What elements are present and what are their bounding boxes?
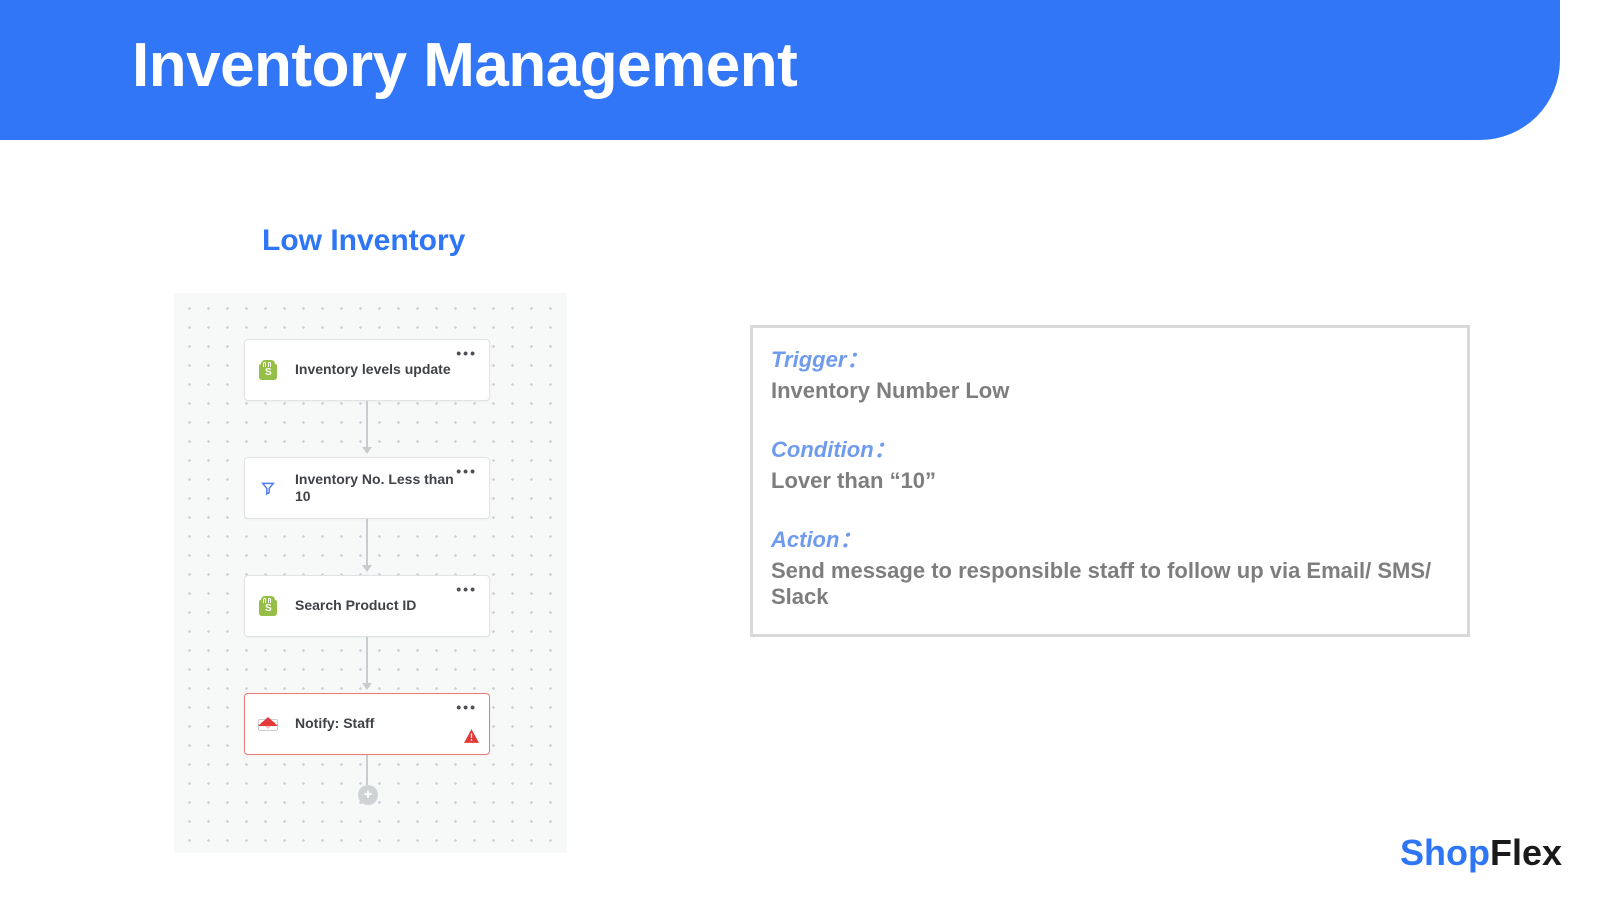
summary-action-value: Send message to responsible staff to fol…: [771, 558, 1449, 610]
alert-triangle-icon: [464, 729, 479, 748]
workflow-summary-box: Trigger： Inventory Number Low Condition：…: [750, 325, 1470, 637]
summary-condition-value: Lover than “10”: [771, 468, 1449, 494]
add-node-button[interactable]: +: [358, 785, 378, 805]
flow-node-action-notify[interactable]: Notify: Staff •••: [244, 693, 490, 755]
brand-logo: ShopFlex: [1400, 832, 1562, 874]
summary-condition-label: Condition：: [771, 432, 1449, 464]
flow-node-label: Inventory No. Less than 10: [295, 471, 455, 506]
more-dots-icon[interactable]: •••: [456, 464, 477, 478]
workflow-canvas: S Inventory levels update ••• Inventory …: [174, 293, 567, 853]
filter-icon: [257, 477, 279, 499]
flow-node-label: Inventory levels update: [295, 361, 451, 379]
page-title: Inventory Management: [132, 30, 797, 101]
more-dots-icon[interactable]: •••: [456, 582, 477, 596]
flow-node-label: Search Product ID: [295, 597, 416, 615]
flow-node-label: Notify: Staff: [295, 715, 374, 733]
mail-icon: [257, 713, 279, 735]
logo-part1: Shop: [1400, 832, 1490, 873]
summary-trigger-value: Inventory Number Low: [771, 378, 1449, 404]
logo-part2: Flex: [1490, 832, 1562, 873]
flow-node-condition[interactable]: Inventory No. Less than 10 •••: [244, 457, 490, 519]
header-banner: Inventory Management: [0, 0, 1560, 140]
flow-node-trigger[interactable]: S Inventory levels update •••: [244, 339, 490, 401]
connector: [366, 401, 368, 453]
shopify-icon: S: [257, 595, 279, 617]
connector: [366, 519, 368, 571]
summary-trigger-label: Trigger：: [771, 342, 1449, 374]
shopify-icon: S: [257, 359, 279, 381]
section-subtitle: Low Inventory: [262, 224, 465, 258]
summary-action-label: Action：: [771, 522, 1449, 554]
more-dots-icon[interactable]: •••: [456, 700, 477, 714]
connector: [366, 637, 368, 689]
flow-node-action-search[interactable]: S Search Product ID •••: [244, 575, 490, 637]
more-dots-icon[interactable]: •••: [456, 346, 477, 360]
connector: [366, 755, 368, 785]
